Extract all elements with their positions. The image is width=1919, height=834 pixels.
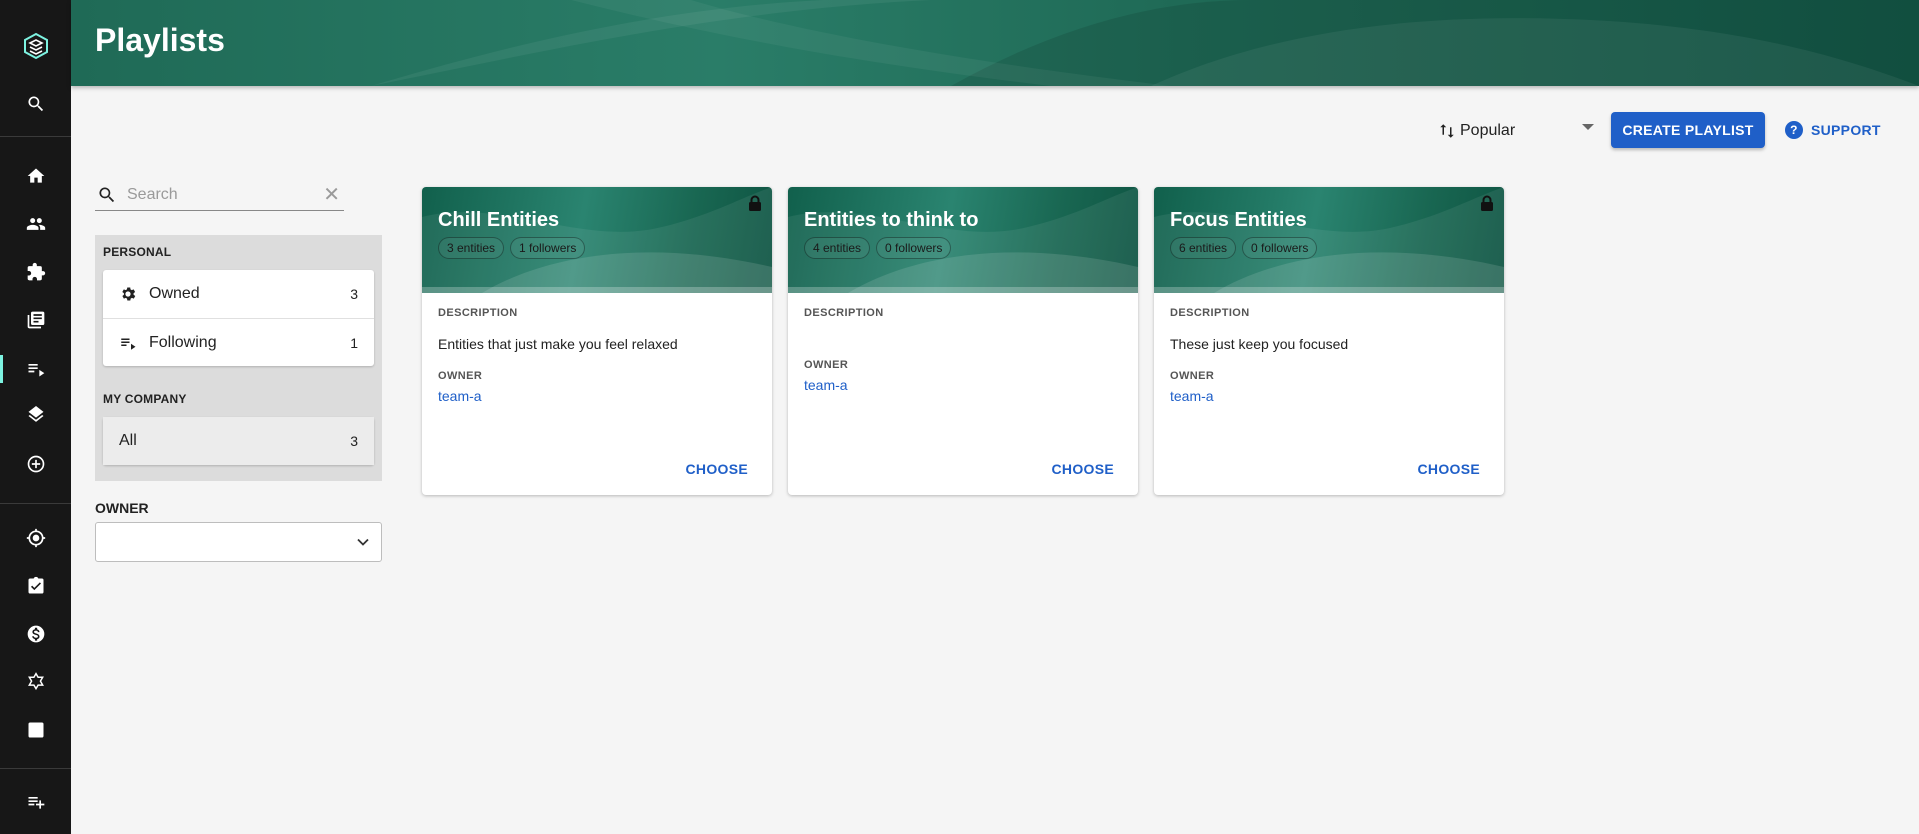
search-field: ✕: [95, 180, 344, 211]
graph-icon[interactable]: [0, 662, 71, 702]
header-wave-decoration: [371, 0, 1919, 86]
description-label: DESCRIPTION: [438, 307, 518, 319]
clear-icon[interactable]: ✕: [323, 185, 340, 205]
chevron-down-icon: [1582, 124, 1594, 130]
playlist-card: Entities to think to 4 entities 0 follow…: [788, 187, 1138, 495]
choose-button[interactable]: CHOOSE: [1418, 461, 1480, 477]
card-title: Chill Entities: [438, 209, 560, 231]
page-title: Playlists: [95, 22, 225, 58]
card-header: Focus Entities 6 entities 0 followers: [1154, 187, 1504, 293]
card-title: Focus Entities: [1170, 209, 1307, 231]
choose-button[interactable]: CHOOSE: [686, 461, 748, 477]
card-chips: 3 entities 1 followers: [438, 237, 586, 259]
sidebar: [0, 0, 71, 834]
card-body: DESCRIPTION Entities that just make you …: [422, 293, 772, 406]
filter-item-count: 3: [350, 433, 358, 449]
owner-label: OWNER: [804, 359, 849, 371]
library-icon[interactable]: [0, 300, 71, 340]
sort-select[interactable]: Popular: [1438, 116, 1594, 146]
lock-icon: [749, 195, 761, 211]
chevron-down-icon: [357, 538, 369, 546]
sidebar-divider: [0, 503, 71, 504]
card-title: Entities to think to: [804, 209, 979, 231]
company-group-label: MY COMPANY: [103, 392, 187, 406]
playlist-icon[interactable]: [0, 349, 71, 389]
filter-item-label: Owned: [149, 285, 200, 302]
company-filter-list: All 3: [103, 417, 374, 465]
filter-panel: PERSONAL Owned 3 Following 1 MY COMPANY …: [95, 235, 382, 481]
search-input[interactable]: [127, 186, 317, 204]
filter-item-count: 3: [350, 286, 358, 302]
description-label: DESCRIPTION: [804, 307, 884, 319]
filter-item-count: 1: [350, 334, 358, 351]
owner-link[interactable]: team-a: [804, 377, 848, 393]
description-text: Entities that just make you feel relaxed: [438, 336, 678, 352]
owner-filter-label: OWNER: [95, 500, 149, 516]
owner-label: OWNER: [1170, 370, 1215, 382]
playlist-add-icon[interactable]: [0, 782, 71, 822]
target-icon[interactable]: [0, 518, 71, 558]
puzzle-icon[interactable]: [0, 252, 71, 292]
description-text: These just keep you focused: [1170, 336, 1349, 352]
support-button[interactable]: ? SUPPORT: [1785, 116, 1881, 144]
card-chips: 4 entities 0 followers: [804, 237, 952, 259]
owner-select[interactable]: [95, 522, 382, 562]
support-label: SUPPORT: [1811, 122, 1881, 138]
search-icon[interactable]: [0, 84, 71, 124]
logo-icon[interactable]: [0, 26, 71, 66]
card-header: Entities to think to 4 entities 0 follow…: [788, 187, 1138, 293]
sort-value: Popular: [1460, 122, 1516, 139]
create-playlist-button[interactable]: CREATE PLAYLIST: [1611, 112, 1765, 148]
people-icon[interactable]: [0, 204, 71, 244]
sort-arrows-icon: [1440, 124, 1454, 138]
filter-item-owned[interactable]: Owned 3: [103, 270, 374, 318]
clipboard-icon[interactable]: [0, 566, 71, 606]
card-header: Chill Entities 3 entities 1 followers: [422, 187, 772, 293]
layers-icon[interactable]: [0, 396, 71, 436]
playlist-icon: [121, 338, 136, 350]
personal-group-label: PERSONAL: [103, 245, 172, 259]
filter-item-label: Following: [149, 333, 217, 351]
followers-count-chip: 0 followers: [1242, 237, 1318, 259]
filter-item-following[interactable]: Following 1: [103, 318, 374, 366]
help-icon: ?: [1785, 121, 1803, 139]
home-icon[interactable]: [0, 156, 71, 196]
followers-count-chip: 0 followers: [876, 237, 952, 259]
sidebar-divider: [0, 768, 71, 769]
filter-item-all[interactable]: All 3: [103, 417, 374, 465]
dollar-icon[interactable]: [0, 614, 71, 654]
personal-filter-list: Owned 3 Following 1: [103, 270, 374, 366]
card-body: DESCRIPTION OWNER team-a: [788, 293, 1138, 395]
followers-count-chip: 1 followers: [510, 237, 586, 259]
entities-count-chip: 6 entities: [1170, 237, 1237, 259]
playlist-card: Chill Entities 3 entities 1 followers DE…: [422, 187, 772, 495]
entities-count-chip: 4 entities: [804, 237, 871, 259]
search-icon: [99, 187, 115, 203]
description-label: DESCRIPTION: [1170, 307, 1250, 319]
gear-icon: [122, 287, 136, 301]
filter-item-label: All: [119, 432, 137, 449]
add-circle-icon[interactable]: [0, 444, 71, 484]
score-icon[interactable]: [0, 710, 71, 750]
page-header: Playlists: [71, 0, 1919, 86]
choose-button[interactable]: CHOOSE: [1052, 461, 1114, 477]
playlist-card: Focus Entities 6 entities 0 followers DE…: [1154, 187, 1504, 495]
entities-count-chip: 3 entities: [438, 237, 505, 259]
card-chips: 6 entities 0 followers: [1170, 237, 1318, 259]
owner-link[interactable]: team-a: [1170, 388, 1214, 404]
sidebar-divider: [0, 136, 71, 137]
lock-icon: [1481, 195, 1493, 211]
owner-link[interactable]: team-a: [438, 388, 482, 404]
owner-label: OWNER: [438, 370, 483, 382]
card-body: DESCRIPTION These just keep you focused …: [1154, 293, 1504, 406]
